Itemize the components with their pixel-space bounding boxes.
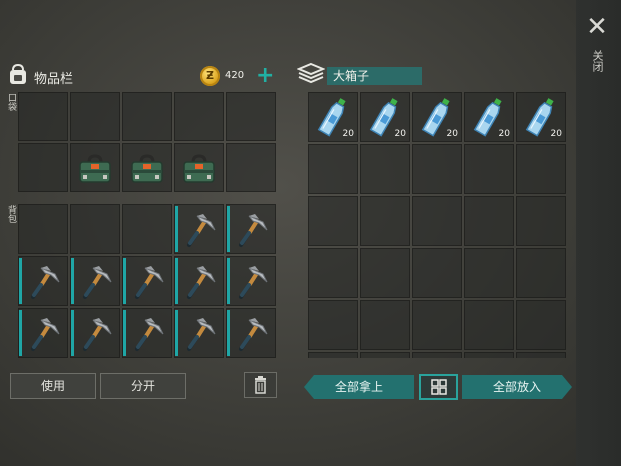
backpack-slot[interactable]	[174, 204, 224, 254]
pocket-slot[interactable]	[226, 143, 276, 192]
coin-balance: 420	[225, 70, 245, 81]
pocket-slot[interactable]	[174, 143, 224, 192]
grid-icon	[431, 379, 447, 395]
backpack-icon	[6, 62, 30, 86]
chest-slot[interactable]	[464, 248, 514, 298]
backpack-slot[interactable]	[122, 256, 172, 306]
pocket-slot[interactable]	[174, 92, 224, 141]
item-quantity: 20	[342, 129, 354, 139]
backpack-slot[interactable]	[174, 256, 224, 306]
backpack-slot[interactable]	[226, 204, 276, 254]
backpack-slot[interactable]	[226, 308, 276, 358]
backpack-slot[interactable]	[122, 204, 172, 254]
pocket-slot[interactable]	[18, 143, 68, 192]
chest-slot[interactable]	[464, 196, 514, 246]
chest-slot[interactable]	[412, 352, 462, 358]
backpack-slot[interactable]	[122, 308, 172, 358]
backpack-slot[interactable]	[70, 256, 120, 306]
chest-slot[interactable]	[464, 352, 514, 358]
backpack-slot[interactable]	[18, 204, 68, 254]
chest-slot[interactable]: 20	[308, 92, 358, 142]
trash-button[interactable]	[244, 372, 277, 398]
inventory-title: 物品栏	[34, 72, 74, 87]
chest-slot[interactable]	[360, 300, 410, 350]
pocket-slot[interactable]	[70, 92, 120, 141]
coin-icon: Ƶ	[200, 66, 220, 86]
chest-slot[interactable]	[360, 196, 410, 246]
chest-slot[interactable]	[308, 248, 358, 298]
chest-icon	[296, 62, 326, 86]
backpack-grid	[18, 204, 276, 358]
chest-slot[interactable]	[308, 196, 358, 246]
chest-slot[interactable]	[412, 144, 462, 194]
pocket-slot[interactable]	[226, 92, 276, 141]
backpack-slot[interactable]	[226, 256, 276, 306]
item-quantity: 20	[550, 129, 562, 139]
put-all-button[interactable]: 全部放入	[462, 375, 572, 399]
chest-slot[interactable]	[308, 300, 358, 350]
close-icon[interactable]: ✕	[586, 14, 608, 40]
add-coins-button[interactable]: +	[256, 65, 274, 87]
chest-slot[interactable]: 20	[412, 92, 462, 142]
chest-slot[interactable]	[516, 196, 566, 246]
chest-slot[interactable]	[412, 196, 462, 246]
split-button[interactable]: 分开	[100, 373, 186, 399]
item-quantity: 20	[446, 129, 458, 139]
chest-slot[interactable]	[360, 352, 410, 358]
backpack-slot[interactable]	[70, 308, 120, 358]
backpack-slot[interactable]	[18, 308, 68, 358]
chest-slot[interactable]	[516, 248, 566, 298]
item-quantity: 20	[498, 129, 510, 139]
chest-slot[interactable]	[308, 144, 358, 194]
chest-slot[interactable]	[412, 300, 462, 350]
chest-slot[interactable]	[516, 144, 566, 194]
backpack-slot[interactable]	[18, 256, 68, 306]
trash-icon	[255, 376, 266, 394]
chest-slot[interactable]	[464, 144, 514, 194]
pockets-label: 口袋	[6, 93, 16, 111]
chest-title[interactable]: 大箱子	[327, 67, 422, 85]
chest-slot[interactable]: 20	[360, 92, 410, 142]
pocket-slot[interactable]	[70, 143, 120, 192]
pocket-slot[interactable]	[18, 92, 68, 141]
chest-slot[interactable]	[516, 300, 566, 350]
use-button[interactable]: 使用	[10, 373, 96, 399]
take-all-button[interactable]: 全部拿上	[304, 375, 414, 399]
chest-slot[interactable]	[308, 352, 358, 358]
sort-grid-button[interactable]	[419, 374, 458, 400]
chest-slot[interactable]	[412, 248, 462, 298]
backpack-label: 背包	[6, 205, 16, 223]
item-quantity: 20	[394, 129, 406, 139]
pocket-slot[interactable]	[122, 92, 172, 141]
backpack-slot[interactable]	[174, 308, 224, 358]
chest-slot[interactable]	[360, 144, 410, 194]
chest-slot[interactable]: 20	[464, 92, 514, 142]
chest-slot[interactable]: 20	[516, 92, 566, 142]
chest-grid: 20 20 20 20 20	[308, 92, 568, 358]
chest-slot[interactable]	[464, 300, 514, 350]
close-label[interactable]: 关闭	[590, 50, 604, 72]
chest-slot[interactable]	[360, 248, 410, 298]
pocket-slot[interactable]	[122, 143, 172, 192]
chest-slot[interactable]	[516, 352, 566, 358]
pockets-grid	[18, 92, 276, 192]
backpack-slot[interactable]	[70, 204, 120, 254]
